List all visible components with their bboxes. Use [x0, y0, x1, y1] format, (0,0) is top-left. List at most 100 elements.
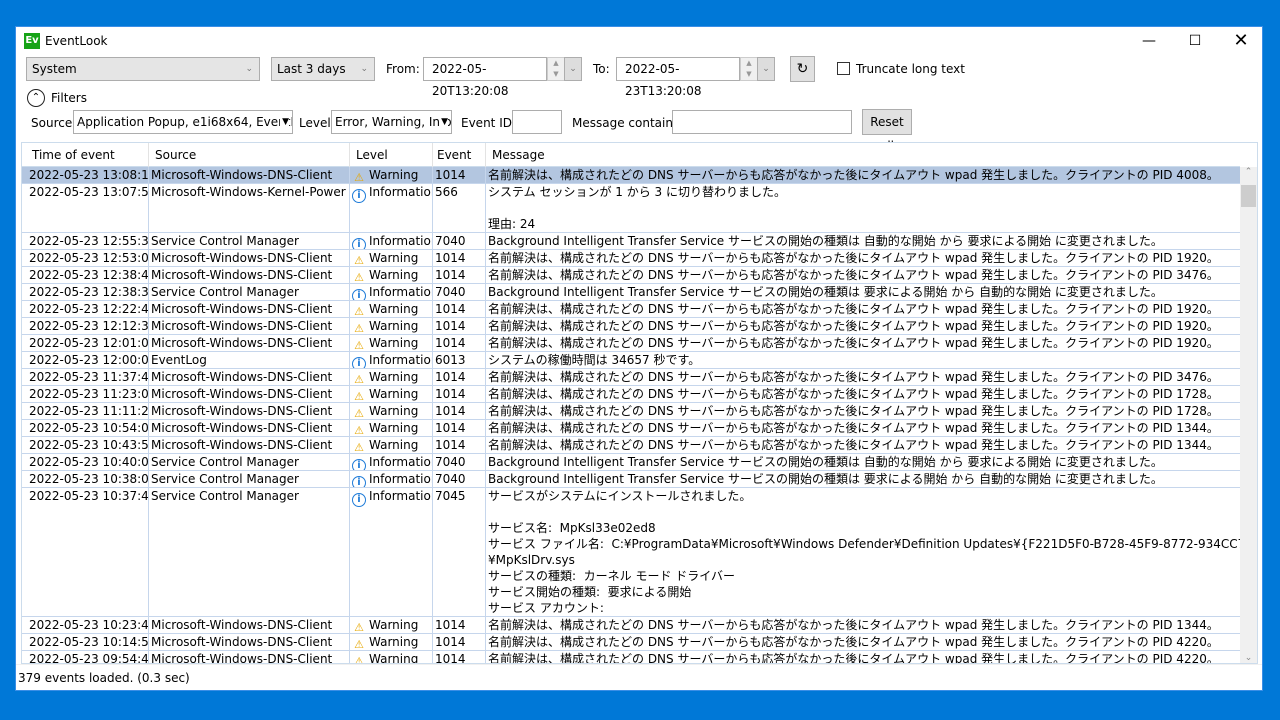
level-text: Information [369, 353, 433, 367]
table-row[interactable]: 2022-05-23 11:11:26ZMicrosoft-Windows-DN… [22, 403, 1240, 420]
log-selector[interactable]: System ⌄ [26, 57, 260, 81]
message-input[interactable] [672, 110, 852, 134]
column-header-message[interactable]: Message [486, 143, 1240, 167]
minimize-button[interactable]: — [1126, 27, 1172, 57]
status-bar: 379 events loaded. (0.3 sec) [16, 664, 1262, 690]
level-text: Information [369, 455, 433, 469]
refresh-icon: ↻ [796, 61, 809, 77]
table-body: 2022-05-23 13:08:19ZMicrosoft-Windows-DN… [22, 167, 1240, 663]
to-datetime-input[interactable]: 2022-05-23T13:20:08 [616, 57, 740, 98]
column-header-event-id[interactable]: Event ID [433, 143, 486, 186]
warning-icon: ⚠ [354, 390, 364, 402]
warning-icon: ⚠ [354, 638, 364, 650]
reset-all-button[interactable]: Reset all [862, 109, 912, 153]
cell-source: Microsoft-Windows-DNS-Client [149, 634, 350, 650]
table-row[interactable]: 2022-05-23 13:07:54ZMicrosoft-Windows-Ke… [22, 184, 1240, 233]
cell-event-id: 1014 [433, 651, 486, 663]
cell-source: Microsoft-Windows-DNS-Client [149, 301, 350, 317]
refresh-button[interactable]: ↻ [790, 56, 815, 82]
table-row[interactable]: 2022-05-23 10:23:41ZMicrosoft-Windows-DN… [22, 617, 1240, 634]
column-header-source[interactable]: Source [149, 143, 350, 167]
level-text: Warning [369, 404, 419, 418]
truncate-checkbox[interactable] [837, 62, 850, 75]
table-row[interactable]: 2022-05-23 10:40:06ZService Control Mana… [22, 454, 1240, 471]
level-text: Warning [369, 302, 419, 316]
table-row[interactable]: 2022-05-23 12:55:39ZService Control Mana… [22, 233, 1240, 250]
cell-level: ⚠ Warning [350, 335, 433, 351]
table-row[interactable]: 2022-05-23 10:54:02ZMicrosoft-Windows-DN… [22, 420, 1240, 437]
cell-time: 2022-05-23 10:37:48Z [22, 488, 149, 616]
cell-time: 2022-05-23 11:37:45Z [22, 369, 149, 385]
from-label: From: [386, 62, 420, 76]
status-text: 379 events loaded. (0.3 sec) [18, 671, 190, 685]
table-row[interactable]: 2022-05-23 10:43:55ZMicrosoft-Windows-DN… [22, 437, 1240, 454]
cell-event-id: 1014 [433, 369, 486, 385]
cell-time: 2022-05-23 10:14:54Z [22, 634, 149, 650]
cell-event-id: 7045 [433, 488, 486, 616]
scrollbar-thumb[interactable] [1241, 185, 1256, 207]
table-row[interactable]: 2022-05-23 12:53:07ZMicrosoft-Windows-DN… [22, 250, 1240, 267]
cell-event-id: 1014 [433, 386, 486, 402]
info-icon: i [352, 189, 366, 203]
column-header-time[interactable]: Time of event [22, 143, 149, 167]
table-row[interactable]: 2022-05-23 12:38:38ZService Control Mana… [22, 284, 1240, 301]
range-selector[interactable]: Last 3 days ⌄ [271, 57, 375, 81]
table-row[interactable]: 2022-05-23 12:38:45ZMicrosoft-Windows-DN… [22, 267, 1240, 284]
cell-event-id: 1014 [433, 617, 486, 633]
table-row[interactable]: 2022-05-23 13:08:19ZMicrosoft-Windows-DN… [22, 167, 1240, 184]
events-table: Time of event Source Level Event ID Mess… [21, 142, 1258, 664]
cell-message: Background Intelligent Transfer Service … [488, 285, 1163, 299]
close-button[interactable]: ✕ [1218, 27, 1264, 57]
table-row[interactable]: 2022-05-23 10:37:48ZService Control Mana… [22, 488, 1240, 617]
cell-event-id: 1014 [433, 318, 486, 334]
table-row[interactable]: 2022-05-23 12:12:39ZMicrosoft-Windows-DN… [22, 318, 1240, 335]
cell-message: システム セッションが 1 から 3 に切り替わりました。 理由: 24 [488, 185, 786, 231]
warning-icon: ⚠ [354, 305, 364, 317]
to-dropdown-button[interactable]: ⌄ [757, 57, 775, 81]
cell-source: Microsoft-Windows-Kernel-Power [149, 184, 350, 232]
level-filter[interactable]: Error, Warning, Info ▼ [331, 110, 452, 134]
scroll-down-icon[interactable]: ⌄ [1240, 653, 1257, 663]
table-row[interactable]: 2022-05-23 11:23:02ZMicrosoft-Windows-DN… [22, 386, 1240, 403]
warning-icon: ⚠ [354, 322, 364, 334]
cell-event-id: 6013 [433, 352, 486, 368]
table-row[interactable]: 2022-05-23 12:01:03ZMicrosoft-Windows-DN… [22, 335, 1240, 352]
level-text: Warning [369, 618, 419, 632]
truncate-label: Truncate long text [856, 62, 965, 76]
maximize-button[interactable]: ☐ [1172, 27, 1218, 57]
cell-time: 2022-05-23 12:12:39Z [22, 318, 149, 334]
cell-message: 名前解決は、構成されたどの DNS サーバーからも応答がなかった後にタイムアウト… [488, 438, 1219, 452]
warning-icon: ⚠ [354, 339, 364, 351]
scroll-up-icon[interactable]: ⌃ [1240, 167, 1257, 177]
info-icon: i [352, 476, 366, 487]
from-dropdown-button[interactable]: ⌄ [564, 57, 582, 81]
cell-event-id: 1014 [433, 267, 486, 283]
table-row[interactable]: 2022-05-23 11:37:45ZMicrosoft-Windows-DN… [22, 369, 1240, 386]
source-filter[interactable]: Application Popup, e1i68x64, EventLog ▼ [73, 110, 293, 134]
cell-level: i Information [350, 471, 433, 487]
table-row[interactable]: 2022-05-23 10:38:02ZService Control Mana… [22, 471, 1240, 488]
from-spinner[interactable]: ▲ ▼ [547, 57, 565, 81]
cell-time: 2022-05-23 10:23:41Z [22, 617, 149, 633]
cell-level: ⚠ Warning [350, 420, 433, 436]
level-text: Warning [369, 635, 419, 649]
table-row[interactable]: 2022-05-23 12:00:00ZEventLogiInformation… [22, 352, 1240, 369]
table-row[interactable]: 2022-05-23 09:54:40ZMicrosoft-Windows-DN… [22, 651, 1240, 663]
app-logo-icon: Ev [24, 33, 40, 49]
level-text: Information [369, 185, 433, 199]
window-title: EventLook [45, 34, 108, 48]
column-header-level[interactable]: Level [350, 143, 433, 167]
table-row[interactable]: 2022-05-23 10:14:54ZMicrosoft-Windows-DN… [22, 634, 1240, 651]
to-spinner[interactable]: ▲ ▼ [740, 57, 758, 81]
from-datetime-input[interactable]: 2022-05-20T13:20:08 [423, 57, 547, 98]
cell-source: Microsoft-Windows-DNS-Client [149, 617, 350, 633]
cell-source: Service Control Manager [149, 471, 350, 487]
cell-event-id: 1014 [433, 437, 486, 453]
eventid-input[interactable] [512, 110, 562, 134]
filters-toggle-button[interactable]: ⌃ [27, 89, 45, 107]
table-row[interactable]: 2022-05-23 12:22:46ZMicrosoft-Windows-DN… [22, 301, 1240, 318]
vertical-scrollbar[interactable]: ⌃ ⌄ [1240, 167, 1257, 663]
level-text: Warning [369, 251, 419, 265]
cell-event-id: 7040 [433, 284, 486, 300]
cell-source: Microsoft-Windows-DNS-Client [149, 651, 350, 663]
